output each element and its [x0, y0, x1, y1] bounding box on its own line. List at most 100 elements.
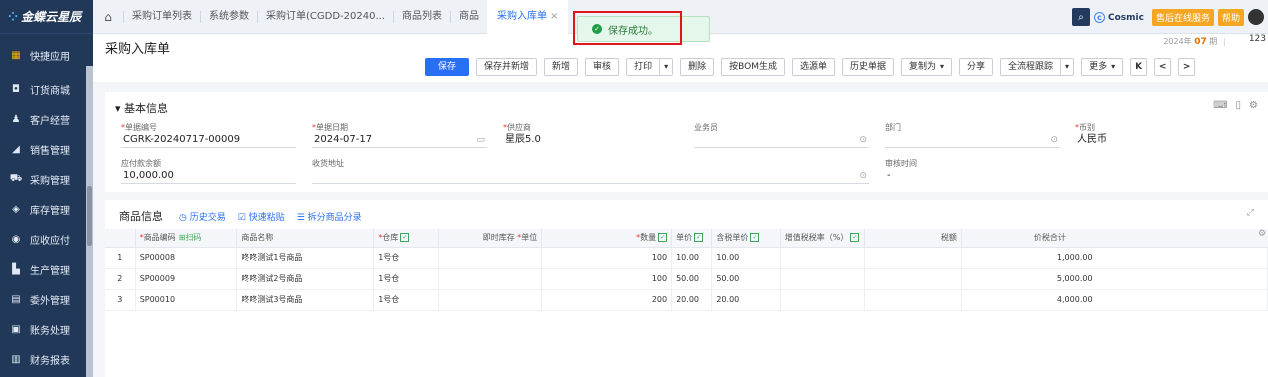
sidebar-item-outsource[interactable]: ▤ 委外管理	[0, 284, 93, 314]
cell-stock-unit[interactable]: 个	[438, 268, 543, 290]
col-price[interactable]: 单价 ✓	[671, 229, 713, 248]
tab-purchase-inbound[interactable]: 采购入库单 ×	[487, 0, 569, 34]
cosmic-brand[interactable]: c Cosmic	[1094, 11, 1144, 23]
help-button[interactable]: 帮助	[1217, 8, 1244, 26]
save-button[interactable]: 保存	[425, 58, 470, 76]
quick-paste-link[interactable]: ☑ 快速粘贴	[238, 210, 285, 223]
bill-date-input[interactable]: 2024-07-17 ▭	[312, 132, 487, 148]
cell-total[interactable]: 5,000.00	[961, 268, 1268, 290]
cell-tax[interactable]	[864, 268, 962, 290]
audit-button[interactable]: 审核	[585, 58, 620, 76]
dept-input[interactable]: ⊙	[885, 132, 1060, 148]
address-input[interactable]: ⊙	[312, 168, 869, 184]
calendar-icon[interactable]: ▭	[476, 132, 485, 148]
batch-edit-icon[interactable]: ✓	[850, 233, 860, 243]
col-warehouse[interactable]: *仓库 ✓	[373, 229, 439, 248]
salesman-field[interactable]: 业务员 ⊙	[694, 122, 869, 148]
share-button[interactable]: 分享	[959, 58, 994, 76]
prev-record-button[interactable]: <	[1154, 58, 1172, 76]
cell-tax-rate[interactable]	[780, 289, 866, 311]
service-button[interactable]: 售后在线服务	[1151, 8, 1214, 26]
sidebar-item-receivable[interactable]: ◉ 应收应付	[0, 224, 93, 254]
batch-edit-icon[interactable]: ✓	[400, 233, 410, 243]
scrollbar-thumb[interactable]	[87, 186, 92, 246]
history-trade-link[interactable]: ◷ 历史交易	[179, 210, 226, 223]
cell-price[interactable]: 10.00	[671, 247, 713, 269]
sidebar-item-ordermall[interactable]: ◘ 订货商城	[0, 74, 93, 104]
more-icon[interactable]: ⊙	[859, 168, 867, 184]
history-button[interactable]: 历史单据	[841, 58, 894, 76]
sidebar-item-customer[interactable]: ♟ 客户经营	[0, 104, 93, 134]
col-qty[interactable]: *数量 ✓	[541, 229, 673, 248]
scan-icon[interactable]: ⊞扫码	[179, 233, 202, 242]
cell-name[interactable]: 咚咚测试3号商品	[236, 289, 375, 311]
bill-no-input[interactable]: CGRK-20240717-00009	[121, 132, 296, 148]
address-field[interactable]: 收货地址 ⊙	[312, 158, 869, 184]
sidebar-item-report[interactable]: ▥ 财务报表	[0, 344, 93, 374]
chevron-down-icon[interactable]: ▾	[659, 59, 672, 75]
cell-stock-unit[interactable]: 个	[438, 289, 543, 311]
tab-goods[interactable]: 商品	[450, 10, 487, 23]
col-tax-rate[interactable]: 增值税税率（%） ✓	[780, 229, 866, 248]
cell-qty[interactable]: 100	[541, 268, 673, 290]
period-indicator[interactable]: 2024年 07 期 |	[1163, 36, 1232, 47]
cell-qty[interactable]: 200	[541, 289, 673, 311]
app-logo[interactable]: ⁘ 金蝶云星辰	[0, 0, 93, 34]
home-icon[interactable]: ⌂	[93, 10, 123, 24]
next-record-button[interactable]: >	[1178, 58, 1196, 76]
batch-edit-icon[interactable]: ✓	[750, 233, 760, 243]
currency-field[interactable]: *币别 人民币	[1075, 122, 1250, 148]
col-code[interactable]: *商品编码 ⊞扫码	[135, 229, 238, 248]
bill-date-field[interactable]: *单据日期 2024-07-17 ▭	[312, 122, 487, 148]
sidebar-item-purchase[interactable]: ⛟ 采购管理	[0, 164, 93, 194]
currency-input[interactable]: 人民币	[1075, 132, 1250, 148]
cell-tax[interactable]	[864, 247, 962, 269]
keyboard-icon[interactable]: ⌨	[1213, 100, 1227, 111]
cell-total[interactable]: 1,000.00	[961, 247, 1268, 269]
sidebar-scrollbar[interactable]	[86, 66, 93, 377]
close-icon[interactable]: ×	[550, 11, 558, 22]
salesman-input[interactable]: ⊙	[694, 132, 869, 148]
search-icon[interactable]: ⌕	[1072, 8, 1091, 26]
chevron-down-icon[interactable]: ▾	[1060, 59, 1073, 75]
first-record-button[interactable]: K	[1130, 58, 1148, 76]
cell-tax[interactable]	[864, 289, 962, 311]
expand-icon[interactable]: ⤢	[1247, 208, 1254, 218]
col-stock[interactable]: 即时库存 *单位	[438, 229, 543, 248]
split-entry-link[interactable]: ☰ 拆分商品分录	[297, 210, 362, 223]
col-name[interactable]: 商品名称	[236, 229, 375, 248]
sidebar-item-production[interactable]: ▙ 生产管理	[0, 254, 93, 284]
supplier-field[interactable]: *供应商 星辰5.0	[503, 122, 678, 148]
cell-tax-price[interactable]: 10.00	[711, 247, 781, 269]
tab-goods-list[interactable]: 商品列表	[393, 10, 450, 23]
tab-system-params[interactable]: 系统参数	[200, 10, 257, 23]
cell-price[interactable]: 50.00	[671, 268, 713, 290]
tab-purchase-order[interactable]: 采购订单(CGDD-20240...	[257, 10, 393, 23]
column-settings-icon[interactable]: ⚙	[1256, 229, 1268, 247]
dept-field[interactable]: 部门 ⊙	[885, 122, 1060, 148]
document-icon[interactable]: ▯	[1236, 100, 1242, 111]
more-icon[interactable]: ⊙	[859, 132, 867, 148]
section-title[interactable]: ▾ 基本信息	[115, 100, 168, 116]
avatar[interactable]	[1248, 9, 1264, 25]
tab-purchase-order-list[interactable]: 采购订单列表	[123, 10, 200, 23]
col-unit[interactable]: 单位	[521, 233, 537, 242]
cell-code[interactable]: SP00009	[135, 268, 238, 290]
cell-qty[interactable]: 100	[541, 247, 673, 269]
cell-warehouse[interactable]: 1号仓	[373, 268, 439, 290]
bom-generate-button[interactable]: 按BOM生成	[721, 58, 785, 76]
cell-code[interactable]: SP00010	[135, 289, 238, 311]
delete-button[interactable]: 删除	[680, 58, 715, 76]
settings-icon[interactable]: ⚙	[1249, 100, 1258, 111]
col-tax-price[interactable]: 含税单价 ✓	[711, 229, 781, 248]
bill-no-field[interactable]: *单据编号 CGRK-20240717-00009	[121, 122, 296, 148]
more-icon[interactable]: ⊙	[1050, 132, 1058, 148]
supplier-input[interactable]: 星辰5.0	[503, 132, 678, 148]
cell-total[interactable]: 4,000.00	[961, 289, 1268, 311]
cell-warehouse[interactable]: 1号仓	[373, 289, 439, 311]
cell-tax-rate[interactable]	[780, 268, 866, 290]
page-number[interactable]: 123	[1249, 34, 1266, 44]
cell-tax-price[interactable]: 20.00	[711, 289, 781, 311]
sidebar-item-shortcuts[interactable]: ▦ 快捷应用	[0, 36, 93, 74]
table-row[interactable]: 3SP00010咚咚测试3号商品1号仓个20020.0020.004,000.0…	[105, 289, 1268, 311]
